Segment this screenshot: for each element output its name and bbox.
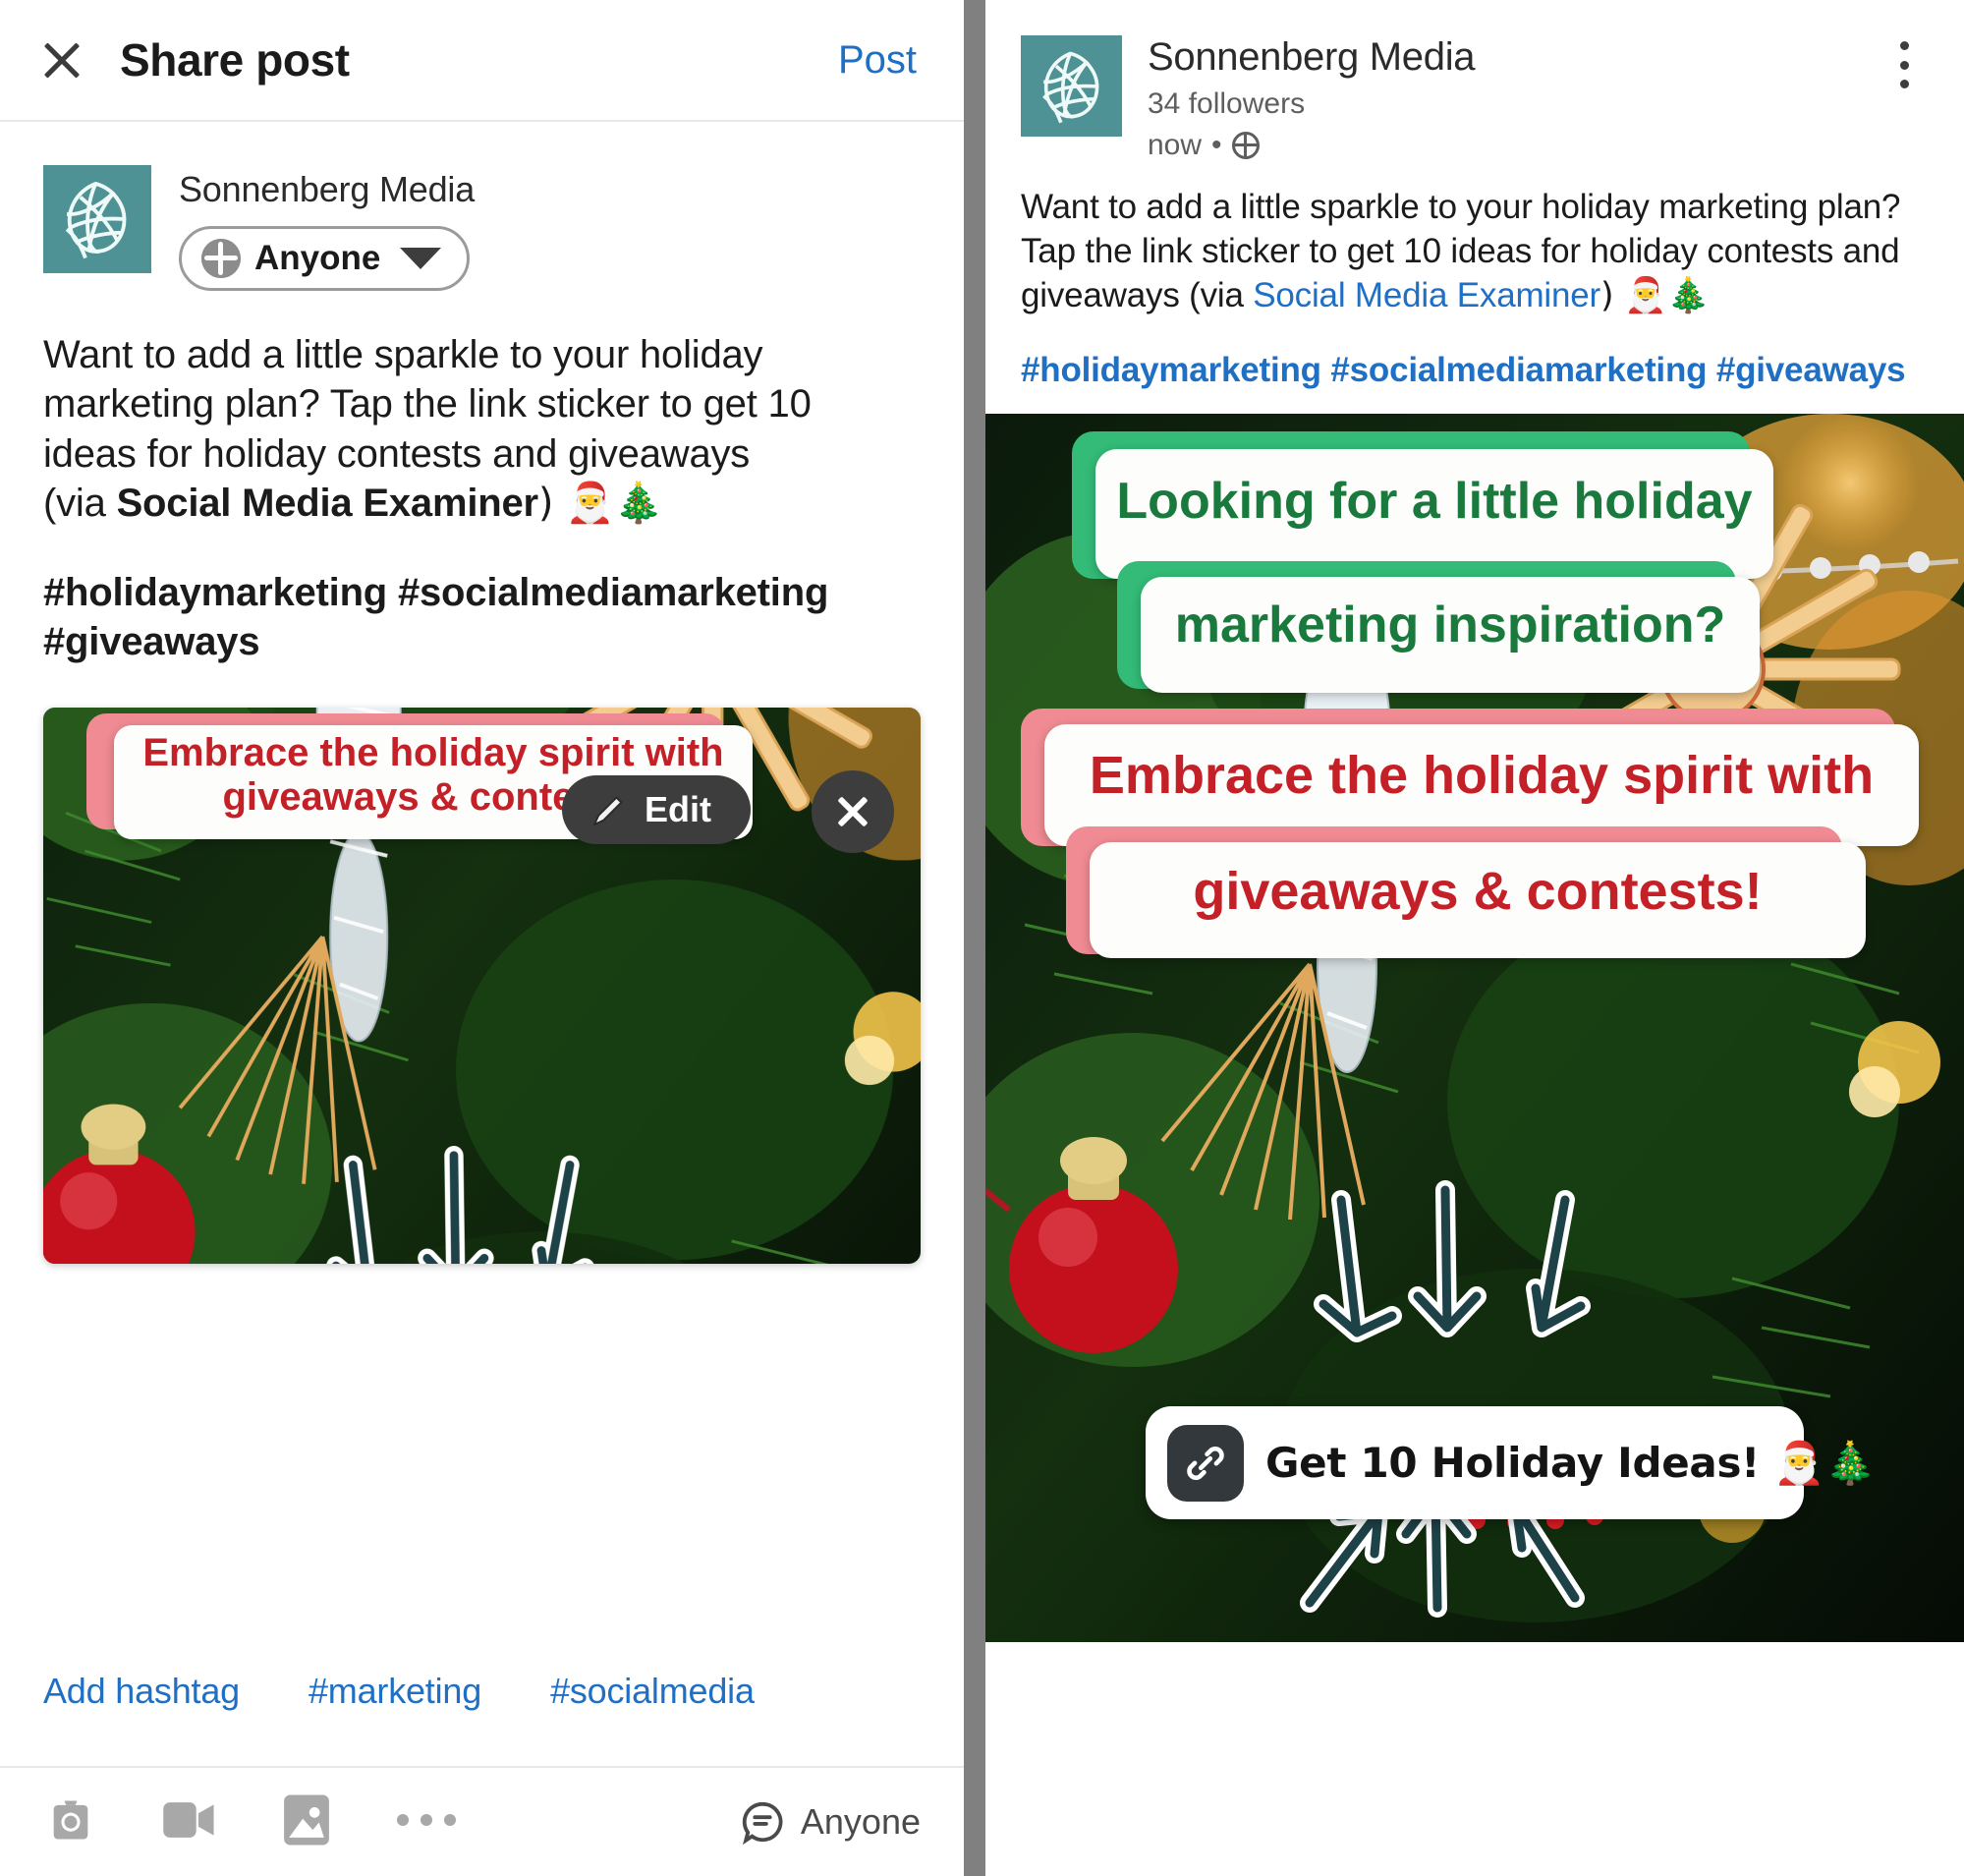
- screenshot-root: Share post Post Sonnenberg Media Anyone …: [0, 0, 1964, 1876]
- preview-text-line-1: Want to add a little sparkle to your hol…: [1021, 188, 1901, 226]
- panel-divider: [964, 0, 985, 1876]
- comment-audience-label: Anyone: [800, 1801, 921, 1842]
- link-sticker-label: Get 10 Holiday Ideas! 🎅🎄: [1265, 1438, 1877, 1487]
- post-text-line-4-prefix: (via: [43, 482, 117, 526]
- post-hashtags-line-1: #holidaymarketing #socialmediamarketing: [43, 570, 829, 614]
- preview-hashtags[interactable]: #holidaymarketing #socialmediamarketing …: [985, 317, 1964, 414]
- edit-media-label: Edit: [645, 789, 711, 829]
- story-image[interactable]: Looking for a little holiday marketing i…: [985, 414, 1964, 1643]
- link-chain-icon: [1167, 1424, 1244, 1502]
- source-link[interactable]: Social Media Examiner: [1253, 276, 1600, 314]
- ellipsis-icon[interactable]: [395, 1810, 458, 1835]
- preview-text-line-3: giveaways (via Social Media Examiner) 🎅🎄: [1021, 274, 1929, 318]
- preview-author-meta: Sonnenberg Media 34 followers now •: [1148, 35, 1476, 162]
- audience-selector[interactable]: Anyone: [179, 226, 471, 291]
- comment-bubble-icon: [742, 1801, 783, 1845]
- globe-icon: [201, 239, 241, 278]
- sonnenberg-leaf-logo-icon: [1041, 51, 1098, 123]
- post-text-line-4-suffix: ) 🎅🎄: [537, 481, 664, 527]
- post-text-input[interactable]: Want to add a little sparkle to your hol…: [0, 291, 964, 666]
- edit-media-button[interactable]: Edit: [562, 775, 751, 844]
- comment-audience-selector[interactable]: Anyone: [740, 1799, 921, 1845]
- story-red-sticker-line-2: giveaways & contests!: [1090, 842, 1866, 959]
- post-text-line-2: marketing plan? Tap the link sticker to …: [43, 382, 812, 426]
- story-green-sticker-line-1: Looking for a little holiday: [1095, 449, 1773, 580]
- author-name[interactable]: Sonnenberg Media: [1148, 35, 1476, 80]
- kebab-menu-icon[interactable]: [1880, 35, 1929, 94]
- close-icon[interactable]: [33, 31, 90, 88]
- composer-author-row: Sonnenberg Media Anyone: [0, 122, 964, 291]
- preview-text-line-3-prefix: giveaways (via: [1021, 275, 1254, 314]
- post-text-line-4: (via Social Media Examiner) 🎅🎄: [43, 479, 921, 528]
- preview-text-line-2: Tap the link sticker to get 10 ideas for…: [1021, 231, 1900, 270]
- post-hashtags-line-2: #giveaways: [43, 619, 260, 663]
- avatar[interactable]: [1021, 35, 1122, 137]
- chevron-down-icon: [400, 248, 442, 269]
- preview-text-line-3-suffix: ) 🎅🎄: [1600, 275, 1711, 315]
- post-button[interactable]: Post: [824, 30, 930, 90]
- feed-post-preview: Sonnenberg Media 34 followers now • Want…: [985, 0, 1964, 1876]
- page-title: Share post: [120, 34, 350, 85]
- share-post-composer: Share post Post Sonnenberg Media Anyone …: [0, 0, 964, 1876]
- camera-icon[interactable]: [43, 1794, 98, 1850]
- follower-count: 34 followers: [1148, 87, 1306, 120]
- preview-header: Sonnenberg Media 34 followers now •: [985, 0, 1964, 162]
- image-icon[interactable]: [281, 1792, 332, 1852]
- hashtag-suggestion-marketing[interactable]: #marketing: [309, 1671, 481, 1712]
- post-timestamp: now: [1148, 129, 1203, 161]
- composer-header: Share post Post: [0, 0, 964, 122]
- sonnenberg-leaf-logo-icon: [65, 181, 127, 259]
- post-text-source-name: Social Media Examiner: [116, 482, 539, 526]
- thumbnail-red-line-1: Embrace the holiday spirit with: [142, 731, 724, 775]
- composer-toolbar: Anyone: [0, 1766, 964, 1876]
- remove-media-button[interactable]: [812, 770, 894, 853]
- preview-post-text: Want to add a little sparkle to your hol…: [985, 162, 1964, 317]
- hashtag-suggestion-socialmedia[interactable]: #socialmedia: [550, 1671, 755, 1712]
- avatar: [43, 165, 151, 273]
- composer-author-meta: Sonnenberg Media Anyone: [179, 165, 475, 291]
- add-hashtag-button[interactable]: Add hashtag: [43, 1671, 240, 1712]
- post-text-line-3: ideas for holiday contests and giveaways: [43, 431, 751, 476]
- hashtag-suggestions: Add hashtag #marketing #socialmedia: [43, 1671, 755, 1712]
- video-camera-icon[interactable]: [161, 1794, 218, 1850]
- author-name: Sonnenberg Media: [179, 169, 476, 209]
- pencil-icon: [589, 790, 629, 829]
- timestamp-separator: •: [1211, 129, 1222, 161]
- post-timestamp-row: now •: [1148, 129, 1475, 162]
- story-green-sticker-line-2: marketing inspiration?: [1141, 577, 1760, 694]
- audience-label: Anyone: [254, 239, 381, 277]
- link-sticker[interactable]: Get 10 Holiday Ideas! 🎅🎄: [1146, 1406, 1877, 1520]
- globe-icon: [1231, 132, 1260, 159]
- text-spacer: [43, 529, 921, 568]
- media-thumbnail[interactable]: Embrace the holiday spirit with giveaway…: [43, 708, 921, 1265]
- post-text-line-1: Want to add a little sparkle to your hol…: [43, 333, 763, 376]
